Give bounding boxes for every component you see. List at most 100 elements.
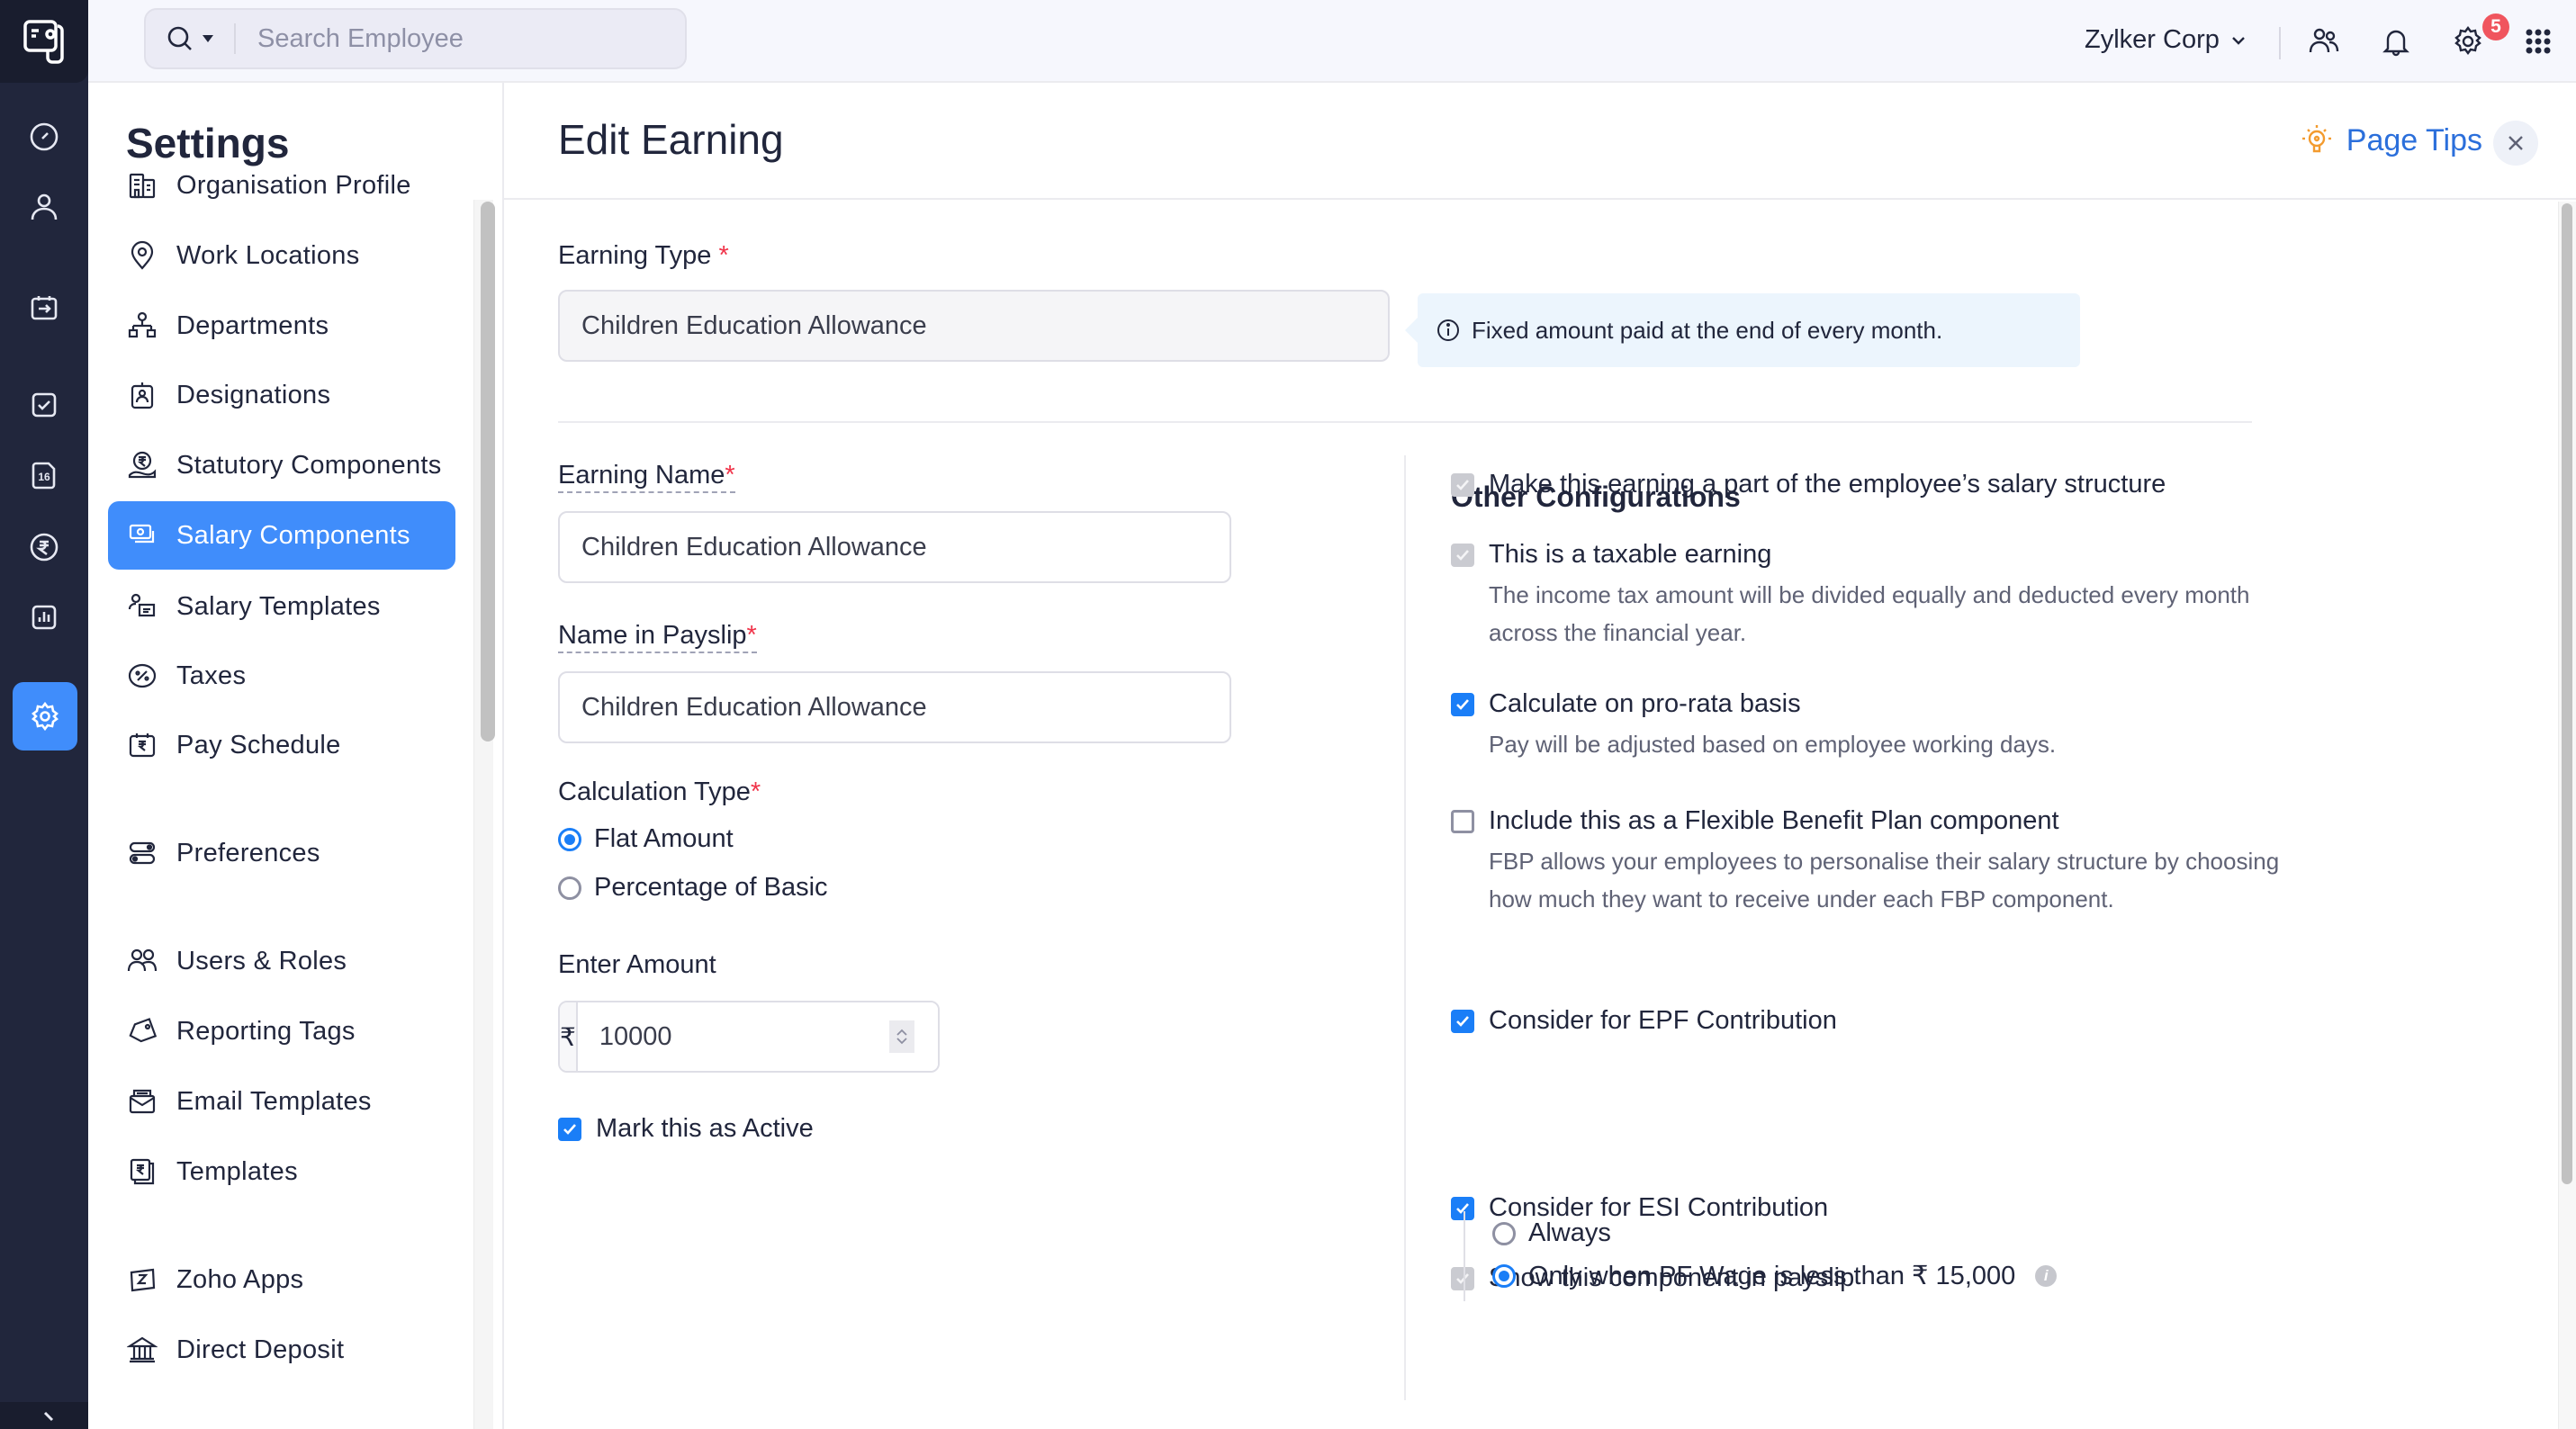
- sidebar-item-statutory-components[interactable]: Statutory Components: [108, 431, 455, 499]
- calendar-rupee-icon: [126, 729, 158, 761]
- sidebar-item-label: Preferences: [176, 838, 320, 867]
- chevron-right-icon: [43, 1411, 54, 1422]
- checkbox-label: Mark this as Active: [596, 1114, 814, 1143]
- employees-icon: [31, 193, 58, 220]
- page-tips-link[interactable]: Page Tips: [2298, 122, 2482, 158]
- radio-percentage-basic[interactable]: Percentage of Basic: [558, 873, 828, 903]
- radio-button[interactable]: [558, 827, 581, 851]
- checkbox-label: Calculate on pro-rata basis: [1489, 689, 1801, 718]
- app-rail: 16: [0, 0, 88, 1429]
- calculation-type-label-text: Calculation Type: [558, 777, 751, 806]
- sidebar-item-reporting-tags[interactable]: Reporting Tags: [108, 997, 455, 1065]
- amount-input[interactable]: [577, 1002, 938, 1071]
- info-icon[interactable]: i: [2035, 1264, 2058, 1287]
- dashboard-icon: [30, 122, 59, 151]
- sidebar-scrollbar-thumb[interactable]: [481, 202, 495, 741]
- checkbox[interactable]: [558, 1117, 581, 1141]
- sidebar-item-email-templates[interactable]: Email Templates: [108, 1067, 455, 1136]
- config-option-description: Pay will be adjusted based on employee w…: [1489, 731, 2057, 758]
- sidebar-item-label: Taxes: [176, 661, 247, 690]
- employee-search: [144, 8, 687, 69]
- checkbox[interactable]: [1451, 809, 1474, 833]
- rail-pay-runs[interactable]: [0, 281, 88, 335]
- sidebar-item-salary-templates[interactable]: Salary Templates: [108, 572, 455, 641]
- sidebar-item-pay-schedule[interactable]: Pay Schedule: [108, 711, 455, 779]
- column-divider: [1404, 455, 1406, 1400]
- app-launcher-button[interactable]: [2518, 22, 2558, 61]
- info-icon: [1437, 319, 1459, 341]
- sidebar-item-designations[interactable]: Designations: [108, 361, 455, 429]
- notifications-button[interactable]: [2376, 22, 2416, 61]
- rail-settings[interactable]: [13, 682, 77, 750]
- gear-icon: [2454, 26, 2481, 55]
- rail-form16[interactable]: 16: [0, 448, 88, 502]
- email-icon: [126, 1085, 158, 1118]
- tag-icon: [126, 1015, 158, 1047]
- required-marker: *: [718, 241, 729, 270]
- rail-dashboard[interactable]: [0, 110, 88, 164]
- sidebar-item-label: Pay Schedule: [176, 730, 341, 759]
- rail-approvals[interactable]: [0, 378, 88, 432]
- config-option-3[interactable]: Calculate on pro-rata basis: [1451, 689, 1801, 719]
- checkbox[interactable]: [1451, 1196, 1474, 1220]
- sidebar-item-zoho-apps[interactable]: Zoho Apps: [108, 1245, 455, 1314]
- settings-button[interactable]: [2448, 22, 2488, 61]
- caret-down-icon: [203, 35, 213, 42]
- page-title: Edit Earning: [558, 116, 784, 163]
- radio-flat-amount[interactable]: Flat Amount: [558, 824, 734, 854]
- svg-text:16: 16: [38, 471, 50, 483]
- checkbox-label: Include this as a Flexible Benefit Plan …: [1489, 806, 2059, 835]
- sidebar-item-direct-deposit[interactable]: Direct Deposit: [108, 1316, 455, 1384]
- sidebar-item-taxes[interactable]: Taxes: [108, 642, 455, 710]
- edit-earning-panel: Edit Earning Page Tips Earning Type * Fi…: [504, 83, 2576, 1429]
- radio-button[interactable]: [558, 876, 581, 900]
- epf-radio-always[interactable]: Always: [1492, 1218, 1611, 1248]
- payslip-name-input[interactable]: [558, 671, 1231, 743]
- checkbox-label: This is a taxable earning: [1489, 540, 1772, 569]
- checkbox: [1451, 543, 1474, 567]
- config-option-4[interactable]: Include this as a Flexible Benefit Plan …: [1451, 806, 2059, 836]
- main-scrollbar-thumb[interactable]: [2562, 203, 2572, 1184]
- config-option-5[interactable]: Consider for EPF Contribution: [1451, 1006, 1837, 1036]
- rail-collapse[interactable]: [0, 1402, 88, 1429]
- settings-icon: [32, 701, 59, 732]
- sidebar-item-departments[interactable]: Departments: [108, 292, 455, 360]
- close-icon: [2508, 136, 2523, 150]
- search-input[interactable]: [236, 23, 668, 54]
- checkbox-label: Make this earning a part of the employee…: [1489, 470, 2166, 499]
- config-option-description: FBP allows your employees to personalise…: [1489, 848, 2280, 912]
- users-button[interactable]: [2304, 22, 2344, 61]
- checkbox[interactable]: [1451, 692, 1474, 716]
- sidebar-item-salary-components[interactable]: Salary Components: [108, 501, 455, 570]
- sidebar-item-organisation-profile[interactable]: Organisation Profile: [108, 151, 455, 220]
- calculation-type-label: Calculation Type*: [558, 777, 761, 807]
- sidebar-item-label: Salary Templates: [176, 591, 381, 621]
- radio-button[interactable]: [1492, 1221, 1516, 1245]
- org-switcher[interactable]: Zylker Corp: [2085, 25, 2247, 55]
- app-logo[interactable]: [0, 0, 88, 83]
- sidebar-item-label: Zoho Apps: [176, 1264, 304, 1294]
- sidebar-item-label: Direct Deposit: [176, 1335, 345, 1364]
- mark-active-checkbox[interactable]: Mark this as Active: [558, 1114, 814, 1144]
- search-scope-dropdown[interactable]: [146, 23, 236, 54]
- page-tips-label: Page Tips: [2346, 122, 2482, 157]
- sidebar-item-preferences[interactable]: Preferences: [108, 819, 455, 887]
- required-marker: *: [746, 621, 757, 650]
- earning-type-label-text: Earning Type: [558, 241, 712, 270]
- radio-button[interactable]: [1492, 1263, 1516, 1288]
- org-chart-icon: [126, 310, 158, 342]
- rail-reports[interactable]: [0, 590, 88, 644]
- sidebar-item-label: Users & Roles: [176, 946, 347, 975]
- sidebar-item-work-locations[interactable]: Work Locations: [108, 221, 455, 290]
- amount-stepper[interactable]: [889, 1020, 914, 1053]
- close-button[interactable]: [2493, 121, 2538, 166]
- earning-name-input[interactable]: [558, 511, 1231, 583]
- checkbox[interactable]: [1451, 1009, 1474, 1033]
- config-option-1: Make this earning a part of the employee…: [1451, 470, 2166, 499]
- sidebar-item-users-roles[interactable]: Users & Roles: [108, 927, 455, 995]
- sidebar-item-templates[interactable]: Templates: [108, 1137, 455, 1206]
- rail-employees[interactable]: [0, 180, 88, 234]
- users-icon: [126, 945, 158, 977]
- epf-radio-pf-wage-limit[interactable]: Only when PF Wage is less than ₹ 15,000 …: [1492, 1260, 2058, 1291]
- rail-loans[interactable]: [0, 520, 88, 574]
